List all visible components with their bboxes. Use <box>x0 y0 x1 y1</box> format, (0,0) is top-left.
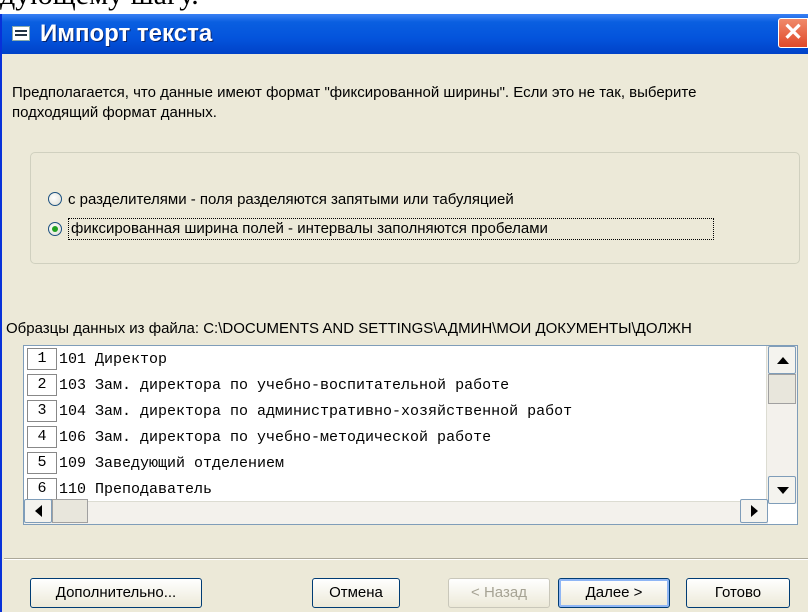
radio-fixed-width-circle[interactable] <box>48 222 62 236</box>
preview-row: 4 106 Зам. директора по учебно-методичес… <box>24 424 768 450</box>
preview-row: 3 104 Зам. директора по административно-… <box>24 398 768 424</box>
dialog-title: Импорт текста <box>40 20 213 47</box>
back-button[interactable]: < Назад <box>448 578 550 608</box>
scroll-right-button[interactable] <box>740 499 768 523</box>
row-text: 101 Директор <box>59 350 168 368</box>
radio-delimited[interactable]: с разделителями - поля разделяются запят… <box>48 188 514 210</box>
preview-row: 5 109 Заведующий отделением <box>24 450 768 476</box>
scroll-left-button[interactable] <box>24 499 52 523</box>
arrow-down-icon <box>777 487 789 494</box>
row-number: 4 <box>27 426 57 448</box>
row-text: 104 Зам. директора по административно-хо… <box>59 402 573 420</box>
advanced-button[interactable]: Дополнительно... <box>30 578 202 608</box>
preview-row: 6 110 Преподаватель <box>24 476 768 502</box>
close-icon: ✕ <box>782 19 804 46</box>
row-number: 1 <box>27 348 57 370</box>
preview-row: 2 103 Зам. директора по учебно-воспитате… <box>24 372 768 398</box>
radio-delimited-circle[interactable] <box>48 192 62 206</box>
arrow-left-icon <box>35 505 42 517</box>
close-button[interactable]: ✕ <box>778 18 808 48</box>
import-text-dialog: Импорт текста ✕ Предполагается, что данн… <box>0 14 808 612</box>
finish-button[interactable]: Готово <box>686 578 790 608</box>
row-text: 110 Преподаватель <box>59 480 213 498</box>
title-bar[interactable]: Импорт текста ✕ <box>2 14 808 54</box>
row-text: 109 Заведующий отделением <box>59 454 285 472</box>
radio-fixed-width[interactable]: фиксированная ширина полей - интервалы з… <box>48 218 714 240</box>
row-number: 6 <box>27 478 57 500</box>
separator-line <box>4 558 808 560</box>
scroll-up-button[interactable] <box>768 346 796 374</box>
arrow-up-icon <box>777 357 789 364</box>
sample-data-label: Образцы данных из файла: C:\DOCUMENTS AN… <box>6 320 692 337</box>
intro-text: Предполагается, что данные имеют формат … <box>12 84 697 121</box>
preview-row: 1 101 Директор <box>24 346 768 372</box>
row-number: 3 <box>27 400 57 422</box>
window-icon <box>12 26 30 41</box>
preview-rows: 1 101 Директор 2 103 Зам. директора по у… <box>24 346 768 504</box>
scroll-down-button[interactable] <box>768 476 796 504</box>
data-preview[interactable]: 1 101 Директор 2 103 Зам. директора по у… <box>23 345 798 525</box>
vertical-scroll-thumb[interactable] <box>768 374 796 404</box>
row-number: 5 <box>27 452 57 474</box>
horizontal-scrollbar[interactable] <box>24 499 768 524</box>
next-button[interactable]: Далее > <box>558 578 670 608</box>
radio-delimited-label: с разделителями - поля разделяются запят… <box>68 190 514 208</box>
row-text: 103 Зам. директора по учебно-воспитатель… <box>59 376 510 394</box>
row-number: 2 <box>27 374 57 396</box>
arrow-right-icon <box>751 505 758 517</box>
horizontal-scroll-thumb[interactable] <box>52 499 88 523</box>
cancel-button[interactable]: Отмена <box>312 578 400 608</box>
radio-fixed-width-label: фиксированная ширина полей - интервалы з… <box>68 218 714 240</box>
row-text: 106 Зам. директора по учебно-методическо… <box>59 428 492 446</box>
vertical-scrollbar[interactable] <box>766 346 797 504</box>
